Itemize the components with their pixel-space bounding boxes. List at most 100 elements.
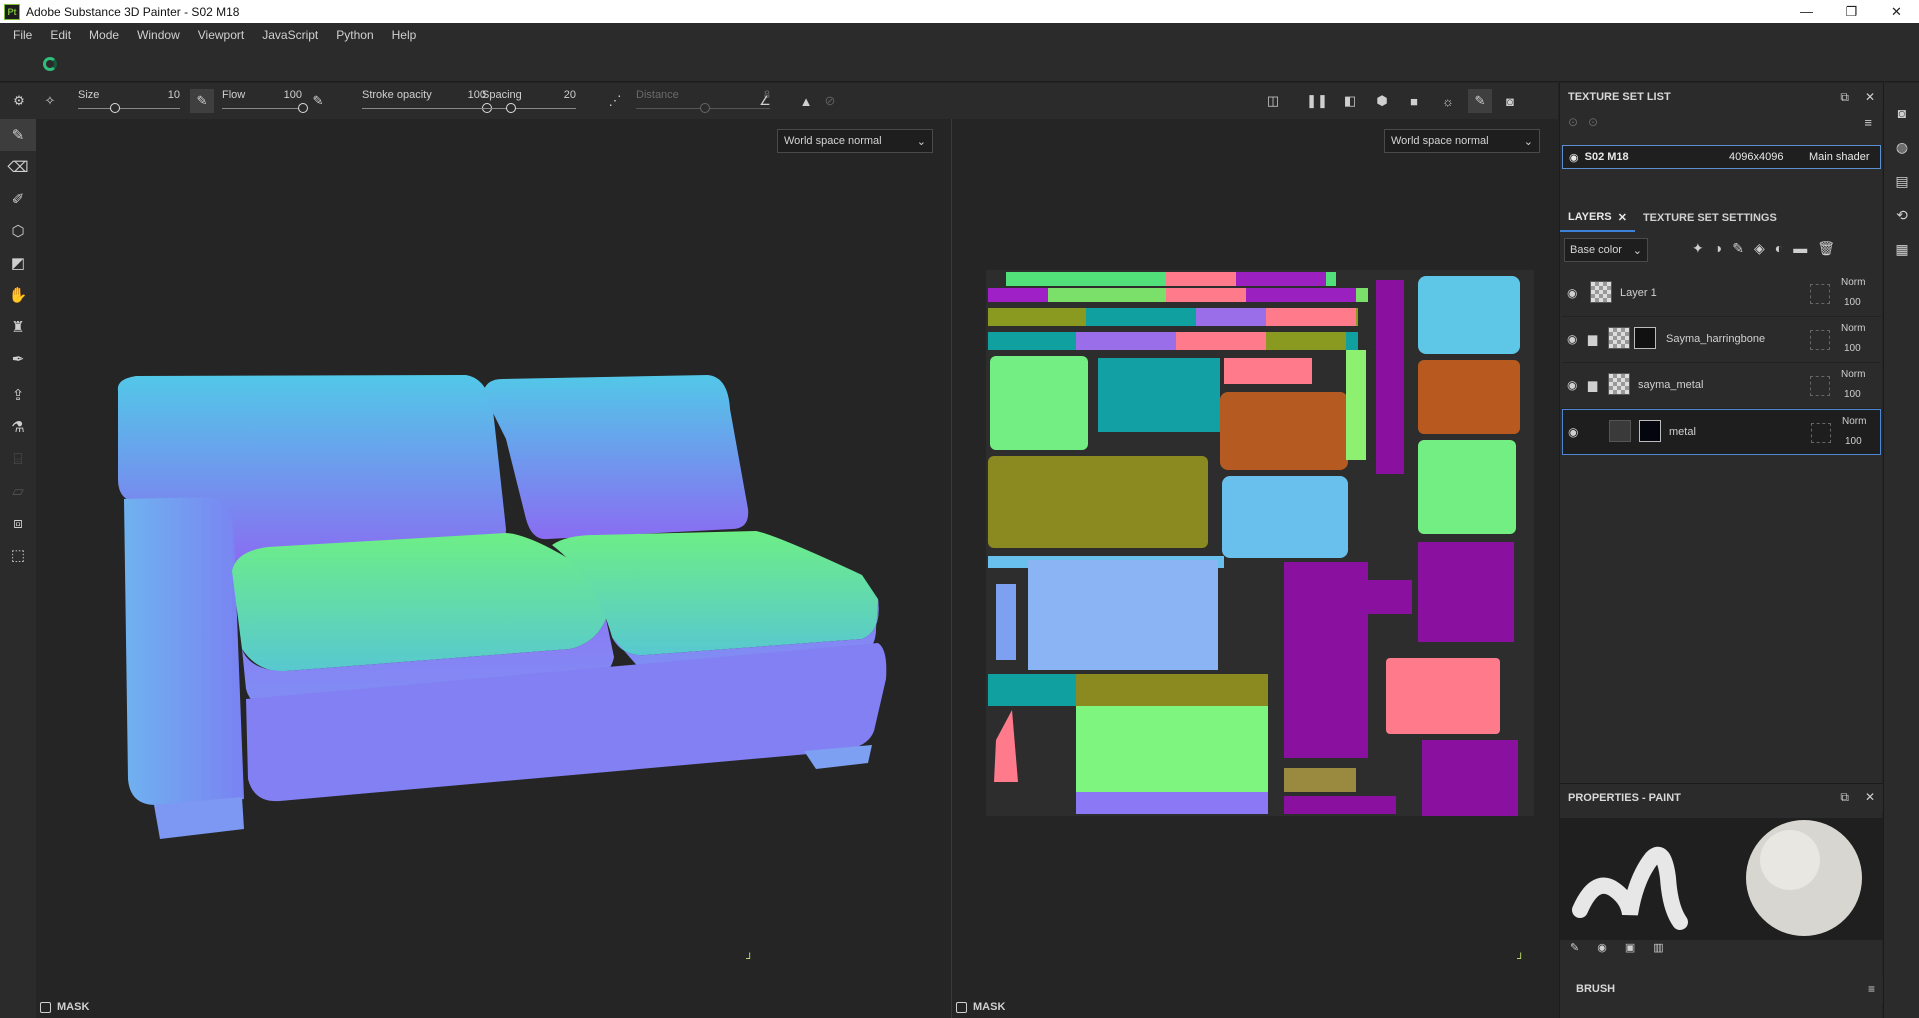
menu-javascript[interactable]: JavaScript [253,28,327,42]
blend-mode-select[interactable]: Norm [1841,369,1865,380]
maximize-button[interactable]: ❐ [1829,0,1874,23]
viewport-3d[interactable]: World space normal ⌄ ⅃ MASK [36,119,951,1018]
menu-python[interactable]: Python [327,28,382,42]
menu-help[interactable]: Help [383,28,426,42]
paint-tool-icon[interactable]: ✎ [0,119,36,151]
mask-checkbox-icon[interactable] [40,1001,51,1013]
menu-edit[interactable]: Edit [41,28,80,42]
mask-toggle-3d[interactable]: MASK [36,996,89,1018]
material-icon[interactable]: ▥ [1653,941,1663,954]
polygon-fill-icon[interactable]: ⬡ [0,215,36,247]
add-paint-layer-icon[interactable]: ✎ [1732,240,1744,257]
layer-row[interactable]: ◉ Layer 1 Norm 100 [1562,271,1881,317]
folder-open-icon[interactable]: ▆ [1588,378,1597,392]
brush-settings-icon[interactable]: ✎ [1570,941,1579,954]
export-icon[interactable]: ⇪ [0,379,36,411]
mask-checkbox-icon[interactable] [956,1001,967,1013]
viewport-2d[interactable]: World space normal ⌄ ⅃ MASK [952,119,1558,1018]
brush-preview[interactable] [1560,818,1883,940]
projection-tool-icon[interactable]: ✐ [0,183,36,215]
clone-tool-icon[interactable]: ♜ [0,311,36,343]
add-folder-icon[interactable]: ▬ [1793,240,1807,257]
minimize-button[interactable]: — [1784,0,1829,23]
bake-icon[interactable]: ⚗ [0,411,36,443]
delete-layer-icon[interactable]: 🗑 [1817,240,1835,257]
close-panel-icon[interactable]: ✕ [1865,790,1875,805]
menu-icon[interactable]: ≡ [1864,115,1872,130]
viewport-2d-mode-select[interactable]: World space normal ⌄ [1384,129,1540,153]
lazy-mouse-icon[interactable]: ⋰ [603,89,627,113]
pen-pressure-flow-icon[interactable]: ✎ [306,89,330,113]
mask-slot[interactable] [1810,284,1830,304]
smudge-tool-icon[interactable]: ✋ [0,279,36,311]
hide-ui-icon[interactable]: ◫ [1261,89,1285,113]
alpha-icon[interactable]: ◉ [1597,941,1607,954]
size-slider-handle[interactable] [109,103,120,113]
mask-slot[interactable] [1810,376,1830,396]
brush-section-header[interactable]: BRUSH ≡ [1560,975,1883,1003]
filter-icon[interactable]: ⊘ [818,89,842,113]
layer-row[interactable]: ◉ ▆ sayma_metal Norm 100 [1562,363,1881,409]
screenshot-icon[interactable]: ◙ [1498,89,1522,113]
shelf-icon[interactable]: ⧈ [0,507,36,539]
add-effect-icon[interactable]: ✦ [1692,240,1704,257]
environment-icon[interactable]: ☼ [1436,89,1460,113]
opacity-value[interactable]: 100 [1844,343,1861,354]
camera-view-icon[interactable]: ■ [1402,89,1426,113]
tab-texture-set-settings[interactable]: TEXTURE SET SETTINGS [1635,204,1785,232]
blend-mode-select[interactable]: Norm [1841,277,1865,288]
color-picker-icon[interactable]: ✒ [0,343,36,375]
shader-settings-icon[interactable]: ◍ [1884,131,1919,163]
menu-window[interactable]: Window [128,28,189,42]
distance-slider[interactable]: Distance 8 [636,83,770,119]
menu-file[interactable]: File [4,28,41,42]
float-panel-icon[interactable]: ⧉ [1840,90,1849,105]
tab-layers[interactable]: LAYERS ✕ [1560,204,1635,232]
split-view-icon[interactable]: ◧ [1338,89,1362,113]
add-mask-icon[interactable]: ◑ [1714,240,1722,257]
geometry-decal-icon[interactable]: ◩ [0,247,36,279]
brush-preset-icon[interactable]: ✧ [38,89,62,113]
folder-icon[interactable]: ▆ [1588,332,1597,346]
layer-row[interactable]: ◉ ▆ Sayma_harringbone Norm 100 [1562,317,1881,363]
eye-icon[interactable]: ◉ [1568,425,1578,439]
spacing-slider-handle[interactable] [505,103,516,113]
history-icon[interactable]: ⟲ [1884,199,1919,231]
display-settings-icon[interactable]: ◙ [1884,97,1919,129]
eye-icon[interactable]: ◉ [1567,286,1577,300]
flow-slider[interactable]: Flow 100 [222,83,308,119]
add-fill-layer-icon[interactable]: ◈ [1754,240,1765,257]
opacity-value[interactable]: 100 [1844,297,1861,308]
float-panel-icon[interactable]: ⧉ [1840,790,1849,805]
visibility-toggle-icon[interactable]: ⊙ ⊙ [1568,115,1598,129]
close-panel-icon[interactable]: ✕ [1865,90,1875,105]
angle-icon[interactable]: ∠ [753,89,777,113]
blend-mode-select[interactable]: Norm [1841,323,1865,334]
log-icon[interactable]: ▦ [1884,233,1919,265]
distance-slider-handle[interactable] [700,103,710,113]
smart-material-icon[interactable]: ◐ [1775,240,1783,257]
mask-toggle-2d[interactable]: MASK [952,996,1005,1018]
tool-presets-icon[interactable]: ⚙ [7,89,31,113]
opacity-value[interactable]: 100 [1845,436,1862,447]
eye-icon[interactable]: ◉ [1569,151,1579,164]
assets-icon[interactable]: ⬚ [0,539,36,571]
eye-icon[interactable]: ◉ [1567,332,1577,346]
stencil-icon[interactable]: ▣ [1625,941,1635,954]
mask-slot[interactable] [1810,330,1830,350]
pen-pressure-size-icon[interactable]: ✎ [190,89,214,113]
eye-icon[interactable]: ◉ [1567,378,1577,392]
eraser-tool-icon[interactable]: ⌫ [0,151,36,183]
spacing-slider[interactable]: Spacing 20 [482,83,576,119]
size-slider[interactable]: Size 10 [78,83,180,119]
layer-row-selected[interactable]: ◉ metal Norm 100 [1562,409,1881,455]
channel-select[interactable]: Base color ⌄ [1564,238,1648,262]
viewport-3d-mode-select[interactable]: World space normal ⌄ [777,129,933,153]
opacity-value[interactable]: 100 [1844,389,1861,400]
measure-icon[interactable]: ⌸ [0,443,36,475]
uv-tool-icon[interactable]: ▱ [0,475,36,507]
menu-mode[interactable]: Mode [80,28,128,42]
close-tab-icon[interactable]: ✕ [1618,211,1627,224]
texture-set-item[interactable]: ◉ S02 M18 4096x4096 Main shader [1562,145,1881,169]
paint-mode-icon[interactable]: ✎ [1468,89,1492,113]
